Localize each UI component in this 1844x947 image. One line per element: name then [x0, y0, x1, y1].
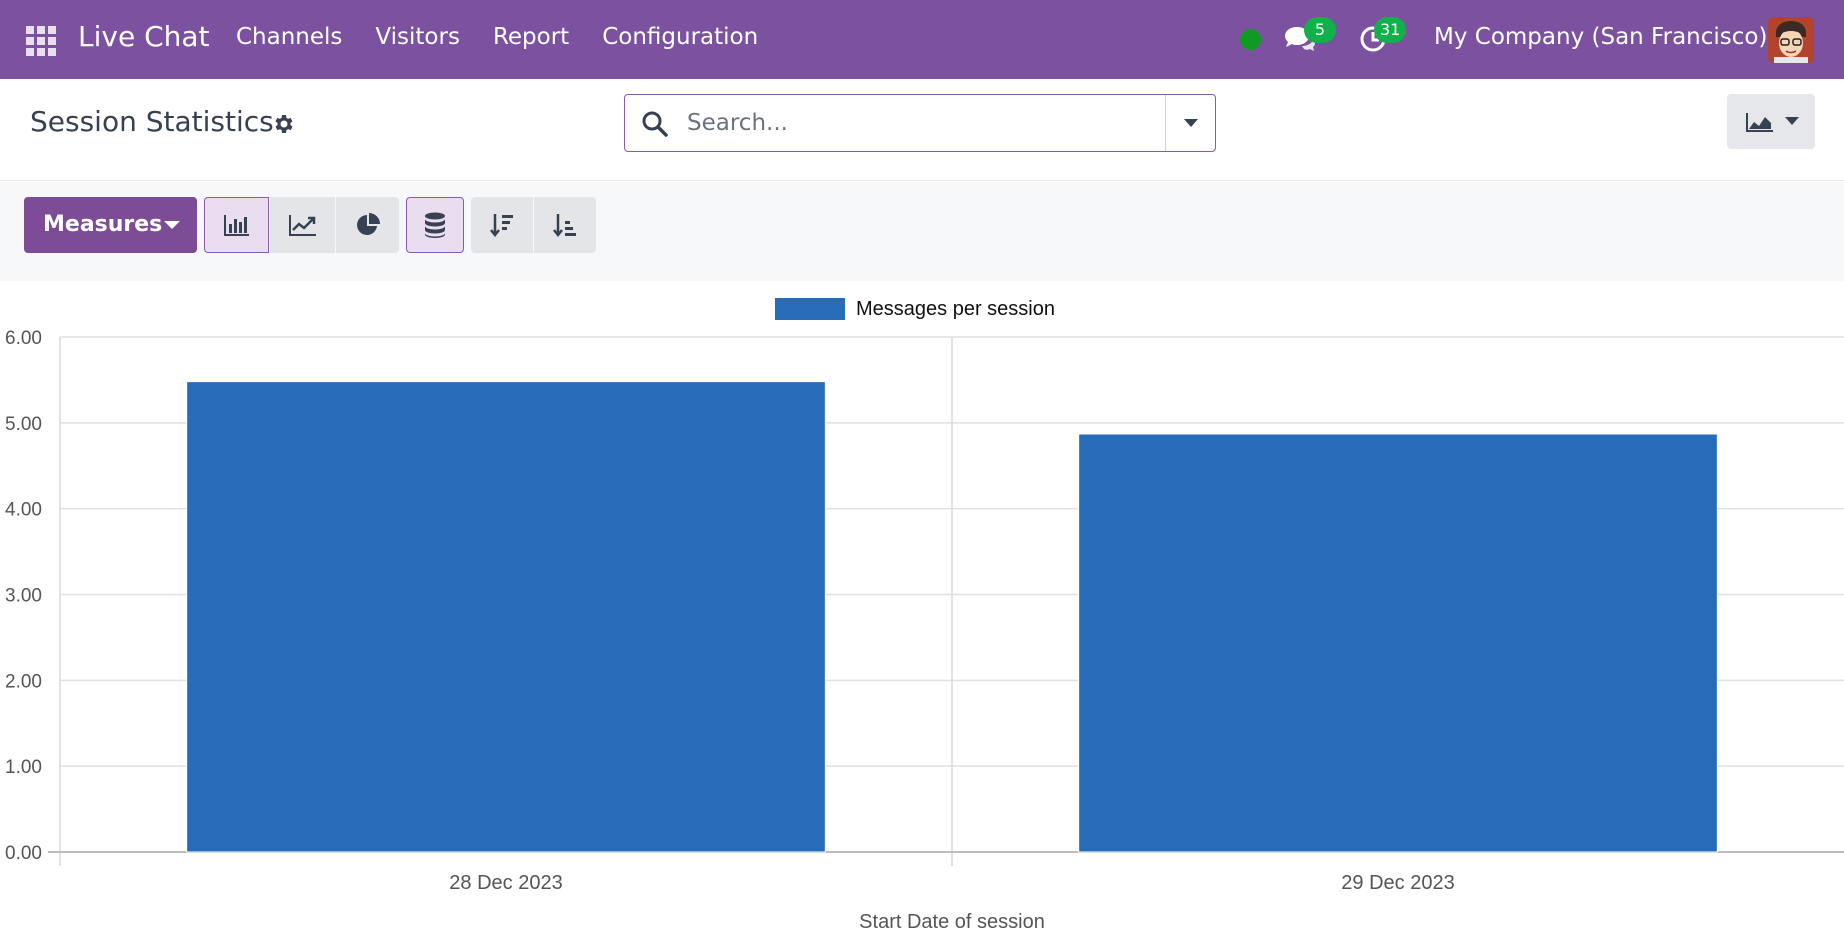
top-navbar: Live Chat Channels Visitors Report Confi… [0, 0, 1844, 79]
measures-button[interactable]: Measures [24, 197, 197, 253]
activity-count-badge: 31 [1374, 17, 1407, 43]
chart-area: Messages per session 0.00 1.00 2.00 3.00 4.00… [0, 281, 1844, 943]
bar [1078, 433, 1718, 853]
y-tick-label: 6.00 [5, 328, 42, 349]
y-tick-label: 5.00 [5, 414, 42, 435]
y-tick-label: 2.00 [5, 671, 42, 692]
bar-chart-button[interactable] [204, 197, 269, 253]
sort-ascending-button[interactable] [534, 197, 596, 253]
search-bar [624, 94, 1216, 152]
stacked-icon [425, 212, 445, 238]
stacked-toggle-button[interactable] [406, 197, 464, 253]
search-input[interactable] [687, 95, 1187, 151]
sort-descending-icon [490, 214, 513, 238]
menu-item-channels[interactable]: Channels [236, 24, 342, 50]
sort-ascending-icon [553, 214, 576, 238]
chevron-down-icon [164, 221, 180, 229]
legend-swatch [775, 298, 845, 320]
user-avatar[interactable] [1768, 17, 1814, 63]
y-tick-label: 0.00 [5, 843, 42, 864]
menu-item-visitors[interactable]: Visitors [375, 24, 460, 50]
bar-chart-icon [223, 215, 249, 236]
control-panel: Session Statistics [0, 79, 1844, 181]
chat-count-badge: 5 [1304, 17, 1336, 43]
sort-descending-button[interactable] [471, 197, 533, 253]
area-chart-icon [1746, 113, 1773, 132]
measures-label: Measures [43, 212, 163, 237]
app-brand[interactable]: Live Chat [78, 20, 210, 53]
x-axis-title: Start Date of session [859, 911, 1045, 933]
search-options-toggle[interactable] [1165, 95, 1215, 151]
line-chart-icon [288, 215, 316, 236]
apps-grid-icon[interactable] [26, 26, 56, 56]
presence-status-icon[interactable] [1240, 29, 1261, 50]
menu-item-report[interactable]: Report [493, 24, 569, 50]
graph-view-switcher[interactable] [1727, 94, 1815, 149]
pie-chart-button[interactable] [336, 197, 399, 253]
pie-chart-icon [356, 213, 380, 235]
y-tick-label: 1.00 [5, 757, 42, 778]
search-icon [642, 111, 668, 137]
x-tick-label: 29 Dec 2023 [1341, 872, 1454, 894]
page-title: Session Statistics [30, 105, 274, 138]
bar [186, 381, 826, 853]
bar-chart: Messages per session 0.00 1.00 2.00 3.00 4.00… [5, 298, 1844, 933]
company-switcher[interactable]: My Company (San Francisco) [1434, 24, 1767, 50]
x-tick-label: 28 Dec 2023 [449, 872, 562, 894]
menu-item-configuration[interactable]: Configuration [602, 24, 758, 50]
chevron-down-icon [1785, 117, 1799, 125]
y-tick-label: 4.00 [5, 500, 42, 521]
y-tick-label: 3.00 [5, 586, 42, 607]
line-chart-button[interactable] [270, 197, 335, 253]
gear-icon[interactable] [271, 112, 295, 136]
chevron-down-icon [1184, 119, 1198, 127]
main-menu: Channels Visitors Report Configuration [236, 24, 758, 50]
legend-label: Messages per session [856, 298, 1055, 320]
